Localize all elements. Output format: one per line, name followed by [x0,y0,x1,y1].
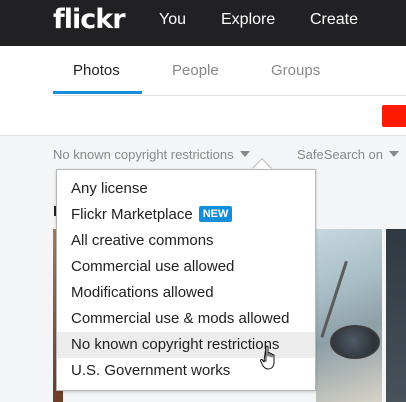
safesearch-filter-label: SafeSearch on [297,147,384,162]
menu-item-commercial-and-mods[interactable]: Commercial use & mods allowed [57,306,315,332]
menu-item-label: U.S. Government works [71,362,231,379]
search-strip [0,96,406,136]
menu-item-label: Commercial use allowed [71,258,235,275]
caret-down-icon [239,151,250,157]
nav-explore[interactable]: Explore [221,11,275,29]
flickr-logo[interactable]: flickr [53,4,126,35]
menu-item-label: Any license [71,180,148,197]
menu-item-label: Commercial use & mods allowed [71,310,290,327]
menu-item-flickr-marketplace[interactable]: Flickr Marketplace NEW [57,202,315,228]
tab-people[interactable]: People [172,62,219,79]
menu-item-label: No known copyright restrictions [71,336,280,353]
search-button[interactable] [382,105,406,127]
menu-item-label: Modifications allowed [71,284,214,301]
tab-photos[interactable]: Photos [73,62,120,79]
license-filter-label: No known copyright restrictions [53,147,234,162]
menu-item-all-creative-commons[interactable]: All creative commons [57,228,315,254]
new-badge: NEW [198,206,233,222]
tab-groups[interactable]: Groups [271,62,320,79]
active-tab-indicator [53,91,142,94]
menu-item-any-license[interactable]: Any license [57,176,315,202]
menu-item-modifications[interactable]: Modifications allowed [57,280,315,306]
menu-item-label: Flickr Marketplace [71,206,193,223]
search-tabs: Photos People Groups [0,46,406,96]
safesearch-filter[interactable]: SafeSearch on [297,147,400,162]
photo-detail [330,325,380,359]
menu-item-label: All creative commons [71,232,214,249]
nav-you[interactable]: You [159,11,186,29]
photo-thumbnail[interactable] [386,229,406,402]
hand-pointer-icon [260,345,275,370]
caret-down-icon [389,151,400,157]
photo-thumbnail[interactable] [316,229,382,402]
photo-detail [316,256,348,338]
menu-item-commercial-use[interactable]: Commercial use allowed [57,254,315,280]
license-filter[interactable]: No known copyright restrictions [53,147,250,162]
nav-create[interactable]: Create [310,11,358,29]
